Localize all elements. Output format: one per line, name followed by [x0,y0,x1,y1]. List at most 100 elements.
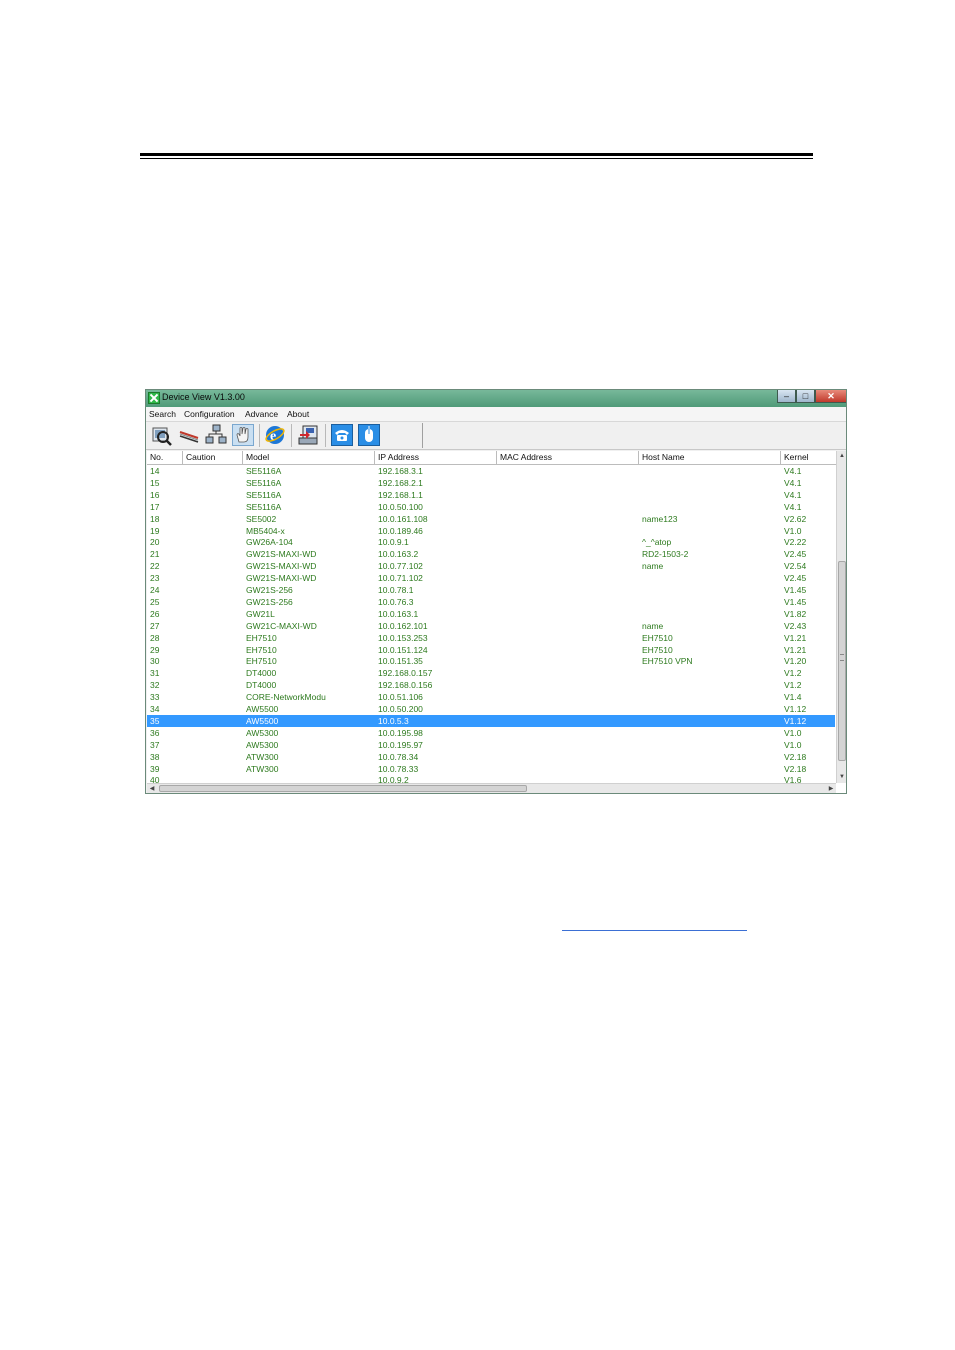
cell-host: name [642,561,664,572]
column-header-host-name[interactable]: Host Name [639,451,781,464]
cell-model: GW21S-MAXI-WD [246,573,317,584]
scroll-grip-icon [840,654,844,661]
vertical-scrollbar[interactable]: ▲ ▼ [836,451,846,783]
firmware-upload-icon[interactable] [297,424,319,446]
column-header-caution[interactable]: Caution [183,451,243,464]
cell-no: 32 [150,680,160,691]
cell-no: 16 [150,489,160,500]
table-row[interactable]: 24 GW21S-256 10.0.78.1 V1.45 [147,584,835,596]
table-row[interactable]: 16 SE5116A 192.168.1.1 V4.1 [147,489,835,501]
column-header-no[interactable]: No. [147,451,183,464]
table-row[interactable]: 25 GW21S-256 10.0.76.3 V1.45 [147,596,835,608]
internet-explorer-icon[interactable]: e [264,424,286,446]
cell-host: name [642,620,664,631]
menu-search[interactable]: Search [149,409,176,419]
scroll-up-icon[interactable]: ▲ [837,451,846,462]
table-row[interactable]: 15 SE5116A 192.168.2.1 V4.1 [147,477,835,489]
column-header-kernel[interactable]: Kernel [781,451,837,464]
cell-host: EH7510 [642,632,673,643]
cell-no: 33 [150,692,160,703]
cell-kernel: V1.2 [784,668,802,679]
table-row[interactable]: 39 ATW300 10.0.78.33 V2.18 [147,763,835,775]
cell-no: 19 [150,525,160,536]
cell-kernel: V2.45 [784,549,807,560]
horizontal-scrollbar[interactable]: ◀ ▶ [147,783,836,793]
table-row[interactable]: 20 GW26A-104 10.0.9.1 ^_^atop V2.22 [147,536,835,548]
cell-ip: 10.0.51.106 [378,692,423,703]
search-device-icon[interactable] [151,424,173,446]
cell-ip: 192.168.1.1 [378,489,423,500]
vertical-scroll-thumb[interactable] [838,561,846,761]
cell-model: SE5002 [246,513,277,524]
table-row[interactable]: 28 EH7510 10.0.153.253 EH7510 V1.21 [147,632,835,644]
cell-host: name123 [642,513,678,524]
scroll-left-icon[interactable]: ◀ [147,784,157,793]
cell-ip: 10.0.78.33 [378,763,419,774]
table-row[interactable]: 29 EH7510 10.0.151.124 EH7510 V1.21 [147,644,835,656]
table-row[interactable]: 38 ATW300 10.0.78.34 V2.18 [147,751,835,763]
table-row[interactable]: 37 AW5300 10.0.195.97 V1.0 [147,739,835,751]
mouse-icon[interactable] [358,424,380,446]
horizontal-scroll-thumb[interactable] [159,785,527,792]
cell-model: GW21S-MAXI-WD [246,561,317,572]
cell-model: GW21S-MAXI-WD [246,549,317,560]
cell-ip: 10.0.189.46 [378,525,423,536]
cell-no: 39 [150,763,160,774]
device-list[interactable]: No. Caution Model IP Address MAC Address… [147,451,846,793]
cell-ip: 192.168.0.157 [378,668,433,679]
group-network-icon[interactable] [205,424,227,446]
menu-advance[interactable]: Advance [245,409,278,419]
table-row[interactable]: 21 GW21S-MAXI-WD 10.0.163.2 RD2-1503-2 V2.45 [147,548,835,560]
table-row[interactable]: 35 AW5500 10.0.5.3 V1.12 [147,714,835,727]
table-row[interactable]: 36 AW5300 10.0.195.98 V1.0 [147,727,835,739]
title-bar[interactable]: Device View V1.3.00 – □ ✕ [146,390,846,407]
cell-model: SE5116A [246,489,282,500]
table-row[interactable]: 14 SE5116A 192.168.3.1 V4.1 [147,465,835,477]
table-row[interactable]: 32 DT4000 192.168.0.156 V1.2 [147,679,835,691]
table-row[interactable]: 22 GW21S-MAXI-WD 10.0.77.102 name V2.54 [147,560,835,572]
column-header-ip-address[interactable]: IP Address [375,451,497,464]
cell-model: GW21L [246,608,275,619]
cell-kernel: V2.18 [784,751,807,762]
cell-model: AW5500 [246,704,279,714]
cell-model: GW21S-256 [246,596,293,607]
cell-no: 38 [150,751,160,762]
cell-host: EH7510 [642,644,673,655]
column-header-model[interactable]: Model [243,451,375,464]
minimize-button[interactable]: – [777,390,796,403]
table-row[interactable]: 33 CORE-NetworkModu 10.0.51.106 V1.4 [147,691,835,703]
table-row[interactable]: 18 SE5002 10.0.161.108 name123 V2.62 [147,513,835,525]
cell-kernel: V1.45 [784,585,807,595]
cell-model: MB5404-x [246,525,285,536]
scroll-down-icon[interactable]: ▼ [837,772,846,783]
table-row[interactable]: 23 GW21S-MAXI-WD 10.0.71.102 V2.45 [147,572,835,584]
table-row[interactable]: 19 MB5404-x 10.0.189.46 V1.0 [147,525,835,537]
menu-about[interactable]: About [287,409,309,419]
table-row[interactable]: 30 EH7510 10.0.151.35 EH7510 VPN V1.20 [147,655,835,667]
toolbar-separator [291,424,292,447]
close-button[interactable]: ✕ [815,390,846,403]
hand-select-icon[interactable] [232,424,254,446]
cell-ip: 10.0.77.102 [378,561,423,572]
table-row[interactable]: 31 DT4000 192.168.0.157 V1.2 [147,667,835,679]
cell-model: SE5116A [246,501,282,512]
table-row[interactable]: 34 AW5500 10.0.50.200 V1.12 [147,703,835,715]
device-view-window: Device View V1.3.00 – □ ✕ Search Configu… [145,389,847,794]
cell-ip: 192.168.3.1 [378,466,423,476]
cell-ip: 192.168.2.1 [378,477,423,488]
hyperlink-underline[interactable] [562,930,747,931]
network-setting-icon[interactable] [178,424,200,446]
table-row[interactable]: 27 GW21C-MAXI-WD 10.0.162.101 name V2.43 [147,620,835,632]
scroll-right-icon[interactable]: ▶ [826,784,836,793]
cell-no: 17 [150,501,160,512]
maximize-button[interactable]: □ [796,390,815,403]
table-row[interactable]: 26 GW21L 10.0.163.1 V1.82 [147,608,835,620]
phone-icon[interactable] [331,424,353,446]
list-header: No. Caution Model IP Address MAC Address… [147,451,837,465]
table-row[interactable]: 17 SE5116A 10.0.50.100 V4.1 [147,501,835,513]
cell-no: 35 [150,715,160,726]
cell-no: 14 [150,466,160,476]
menu-configuration[interactable]: Configuration [184,409,235,419]
cell-kernel: V1.21 [784,644,807,655]
column-header-mac-address[interactable]: MAC Address [497,451,639,464]
